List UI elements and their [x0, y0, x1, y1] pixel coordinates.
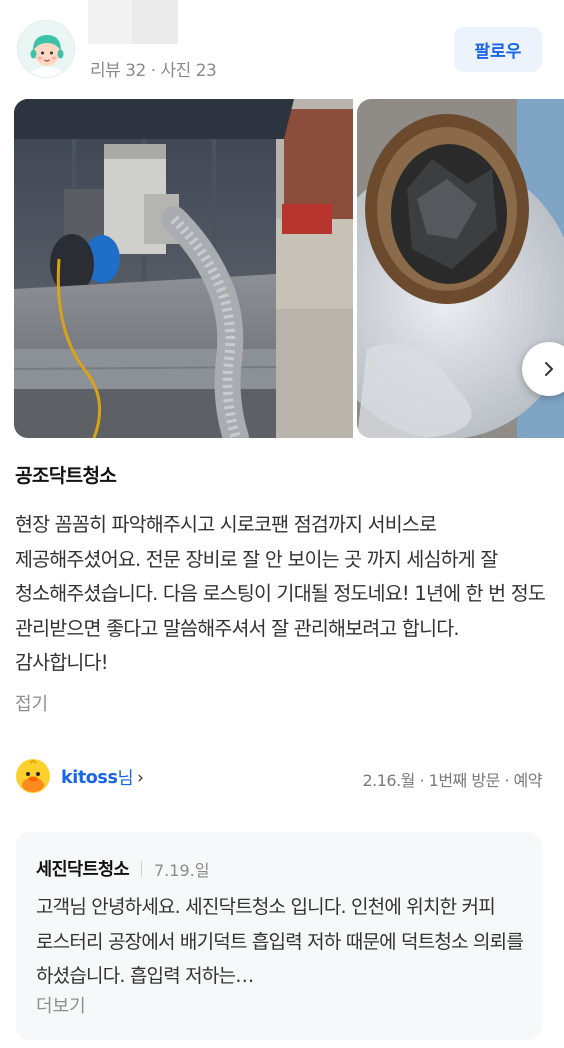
reviewer-avatar[interactable]: [16, 759, 50, 793]
blurred-username: [88, 0, 178, 44]
avatar-illustration-icon: [18, 21, 74, 77]
truck-duct-equipment-photo[interactable]: [14, 99, 353, 438]
review-title: 공조닥트청소: [15, 465, 117, 487]
visit-info: 2.16.월 · 1번째 방문 · 예약: [362, 771, 542, 790]
reviewer-meta-row: kitoss 님 › 2.16.월 · 1번째 방문 · 예약: [0, 756, 564, 798]
follow-button[interactable]: 팔로우: [454, 27, 542, 72]
chevron-right-icon: [545, 362, 553, 376]
reviewer-honorific: 님: [117, 769, 134, 789]
owner-reply-card: 세진닥트청소 7.19.일 고객님 안녕하세요. 세진닥트청소 입니다. 인천에…: [16, 832, 542, 1040]
duck-avatar-icon: [16, 759, 50, 793]
photo-carousel[interactable]: [14, 99, 564, 438]
reviewer-name-link[interactable]: kitoss 님 ›: [61, 765, 144, 790]
review-photo-stats: 리뷰 32 · 사진 23: [90, 61, 217, 81]
review-header: 리뷰 32 · 사진 23 팔로우: [0, 0, 564, 92]
truck-photo-image: [14, 99, 353, 438]
profile-avatar[interactable]: [17, 20, 75, 78]
reply-business-name: 세진닥트청소: [36, 860, 130, 880]
reply-body: 고객님 안녕하세요. 세진닥트청소 입니다. 인천에 위치한 커피 로스터리 공…: [36, 896, 524, 987]
reviewer-name: kitoss: [61, 767, 118, 788]
fold-button[interactable]: 접기: [15, 690, 48, 716]
chevron-right-icon: ›: [137, 767, 144, 788]
reply-header: 세진닥트청소 7.19.일: [36, 856, 209, 881]
review-body: 현장 꼼꼼히 파악해주시고 시로코팬 점검까지 서비스로 제공해주셨어요. 전문…: [15, 513, 546, 674]
reply-date: 7.19.일: [154, 860, 210, 880]
more-button[interactable]: 더보기: [36, 992, 86, 1018]
reply-divider: [141, 860, 142, 877]
